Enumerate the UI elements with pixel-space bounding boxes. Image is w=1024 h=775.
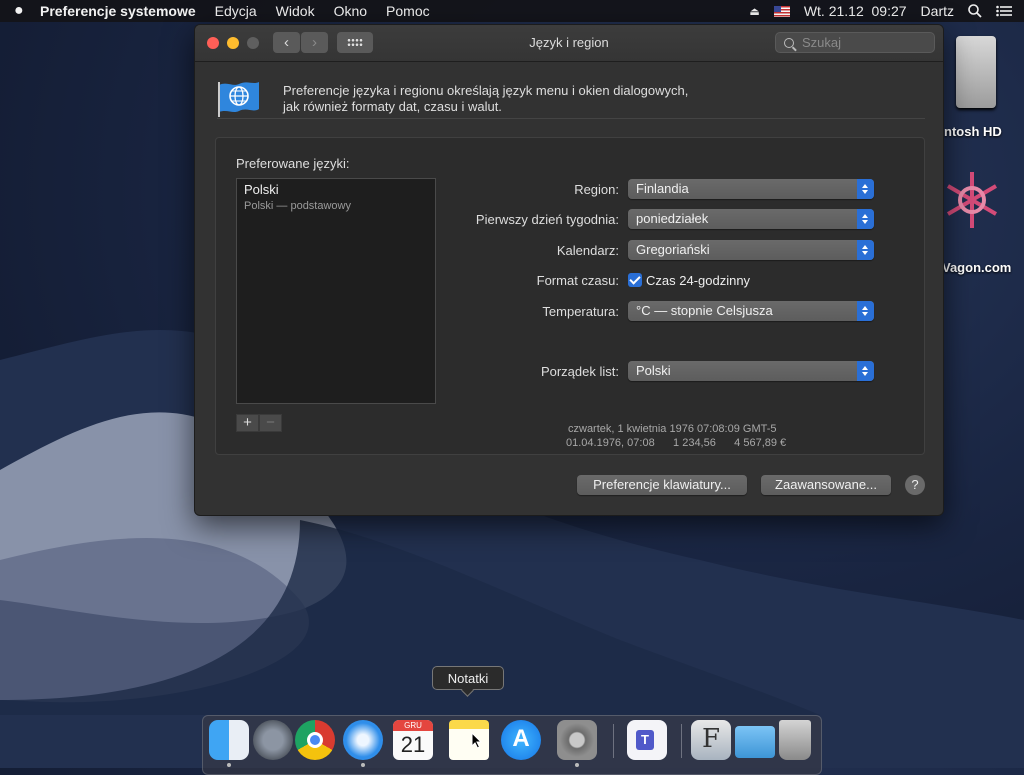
notification-center-icon[interactable]	[996, 5, 1012, 17]
first-weekday-label: Pierwszy dzień tygodnia:	[475, 211, 619, 227]
input-source-flag-icon[interactable]	[773, 5, 790, 17]
eject-icon[interactable]: ⏏	[749, 5, 759, 18]
running-indicator	[227, 763, 231, 767]
language-subtitle: Polski — podstawowy	[244, 200, 351, 212]
calendar-popup[interactable]: Gregoriański	[628, 240, 874, 260]
snowflake-app-icon[interactable]	[940, 168, 1004, 232]
wagon-label[interactable]: Vagon.com	[942, 260, 1011, 275]
region-value: Finlandia	[636, 181, 689, 196]
safari-icon[interactable]	[343, 720, 383, 760]
user-name[interactable]: Dartz	[921, 3, 954, 19]
first-weekday-row: Pierwszy dzień tygodnia: poniedziałek	[416, 209, 874, 229]
teams-icon[interactable]: T	[627, 720, 667, 760]
language-flag-icon	[218, 82, 259, 117]
date-sample: czwartek, 1 kwietnia 1976 07:08:09 GMT-5	[568, 423, 777, 435]
calendar-month: GRU	[393, 720, 433, 731]
time-24h-label[interactable]: Czas 24-godzinny	[646, 273, 750, 288]
menu-view[interactable]: Widok	[276, 3, 315, 19]
title-bar[interactable]: ‹ › Język i region	[195, 25, 943, 62]
add-language-button[interactable]: +	[236, 414, 259, 432]
calendar-label: Kalendarz:	[556, 242, 619, 258]
first-weekday-value: poniedziałek	[636, 211, 709, 226]
popup-arrows-icon	[857, 361, 874, 381]
menu-edit[interactable]: Edycja	[215, 3, 257, 19]
description-line-1: Preferencje języka i regionu określają j…	[283, 83, 689, 98]
general-panel: Preferowane języki: Polski Polski — pods…	[215, 137, 925, 455]
finder-icon[interactable]	[209, 720, 249, 760]
spotlight-search-icon[interactable]	[968, 4, 982, 18]
list-order-popup[interactable]: Polski	[628, 361, 874, 381]
time-format-row: Format czasu: Czas 24-godzinny	[416, 270, 750, 290]
search-icon	[784, 37, 794, 48]
description-line-2: jak również formaty dat, czasu i walut.	[283, 99, 502, 114]
pane-description: Preferencje języka i regionu określają j…	[283, 83, 783, 115]
mouse-cursor-icon	[471, 732, 483, 749]
running-indicator	[361, 763, 365, 767]
clock[interactable]: Wt. 21.12 09:27	[804, 3, 907, 19]
time-24h-checkbox[interactable]	[628, 273, 642, 287]
preferred-languages-label: Preferowane języki:	[236, 156, 350, 171]
menu-bar: ● Preferencje systemowe Edycja Widok Okn…	[0, 0, 1024, 22]
language-region-window: ‹ › Język i region Preferencje języka i …	[194, 24, 944, 516]
dock-tooltip: Notatki	[432, 666, 504, 690]
pane-header: Preferencje języka i regionu określają j…	[217, 79, 925, 119]
popup-arrows-icon	[857, 301, 874, 321]
remove-language-button[interactable]: −	[259, 414, 282, 432]
first-weekday-popup[interactable]: poniedziałek	[628, 209, 874, 229]
font-book-icon[interactable]: F	[691, 720, 731, 760]
list-order-value: Polski	[636, 363, 671, 378]
menu-app[interactable]: Preferencje systemowe	[40, 3, 196, 19]
dock-separator	[681, 724, 682, 758]
calendar-icon[interactable]: GRU 21	[393, 720, 433, 760]
help-button[interactable]: ?	[905, 475, 925, 495]
menu-help[interactable]: Pomoc	[386, 3, 430, 19]
trash-icon[interactable]	[779, 720, 811, 760]
app-store-glyph: A	[512, 725, 530, 752]
hard-drive-label[interactable]: ntosh HD	[944, 124, 1002, 139]
calendar-row: Kalendarz: Gregoriański	[416, 240, 874, 260]
launchpad-icon[interactable]	[253, 720, 293, 760]
chrome-center	[307, 732, 323, 748]
language-name: Polski	[244, 182, 279, 197]
time-format-label: Format czasu:	[536, 272, 619, 288]
preferred-languages-list[interactable]: Polski Polski — podstawowy	[236, 178, 436, 404]
search-input[interactable]	[800, 34, 924, 51]
notes-icon[interactable]	[449, 720, 489, 760]
menu-window[interactable]: Okno	[334, 3, 367, 19]
system-preferences-icon[interactable]	[557, 720, 597, 760]
dock: GRU 21 A T F	[202, 715, 822, 775]
advanced-button[interactable]: Zaawansowane...	[761, 475, 891, 495]
dock-separator	[613, 724, 614, 758]
add-remove-control: + −	[236, 414, 284, 432]
temperature-row: Temperatura: °C — stopnie Celsjusza	[416, 301, 874, 321]
temperature-value: °C — stopnie Celsjusza	[636, 303, 773, 318]
region-row: Region: Finlandia	[416, 179, 874, 199]
header-divider	[217, 118, 925, 119]
temperature-label: Temperatura:	[542, 303, 619, 319]
temperature-popup[interactable]: °C — stopnie Celsjusza	[628, 301, 874, 321]
region-label: Region:	[574, 181, 619, 197]
region-popup[interactable]: Finlandia	[628, 179, 874, 199]
popup-arrows-icon	[857, 209, 874, 229]
font-book-glyph: F	[701, 724, 721, 754]
list-order-row: Porządek list: Polski	[416, 361, 874, 381]
calendar-day: 21	[400, 732, 426, 757]
popup-arrows-icon	[857, 240, 874, 260]
apple-menu-icon[interactable]: ●	[14, 2, 40, 20]
hard-drive-icon[interactable]	[956, 36, 996, 108]
list-order-label: Porządek list:	[540, 363, 619, 379]
teams-glyph: T	[636, 730, 654, 750]
app-store-icon[interactable]: A	[501, 720, 541, 760]
keyboard-preferences-button[interactable]: Preferencje klawiatury...	[577, 475, 747, 495]
calendar-value: Gregoriański	[636, 242, 710, 257]
downloads-folder-icon[interactable]	[735, 726, 775, 758]
chrome-icon[interactable]	[295, 720, 335, 760]
running-indicator	[575, 763, 579, 767]
number-sample: 01.04.1976, 07:08 1 234,56 4 567,89 €	[566, 437, 787, 449]
list-item[interactable]: Polski Polski — podstawowy	[244, 182, 351, 212]
search-field[interactable]	[775, 32, 935, 53]
popup-arrows-icon	[857, 179, 874, 199]
